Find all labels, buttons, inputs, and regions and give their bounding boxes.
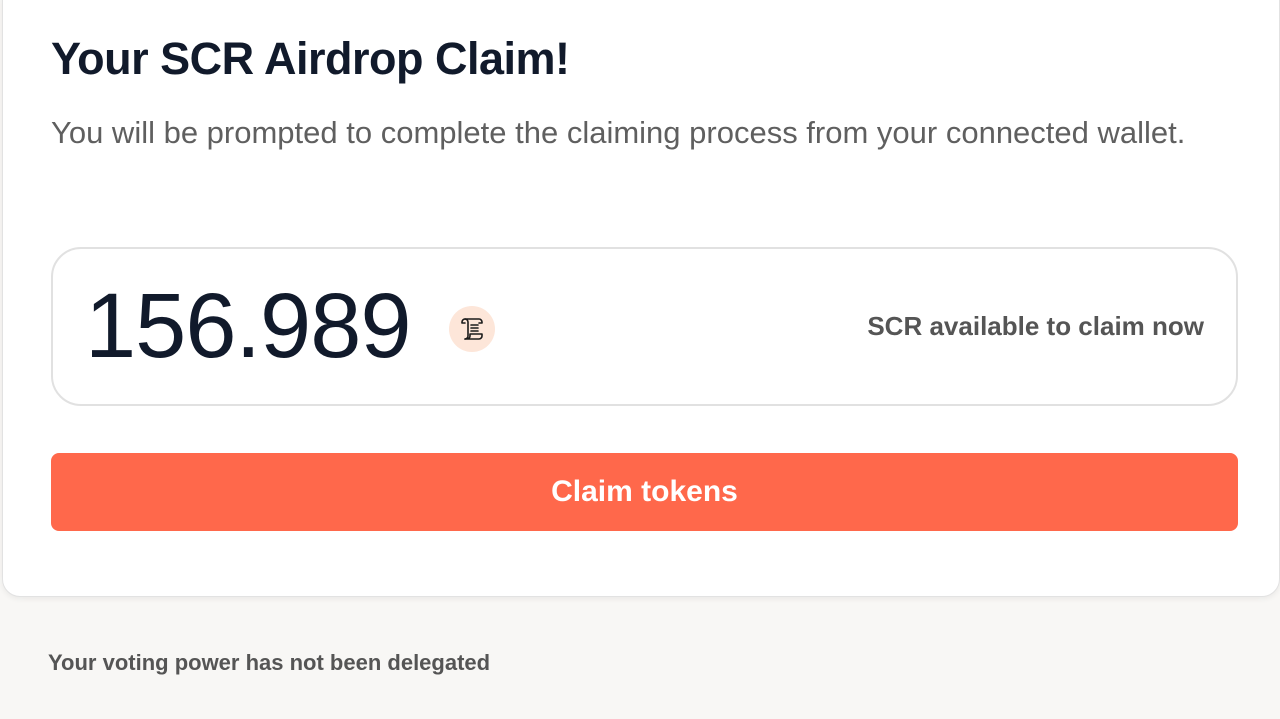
claim-amount: 156.989	[85, 275, 412, 377]
page-title: Your SCR Airdrop Claim!	[51, 33, 570, 84]
claim-tokens-button[interactable]: Claim tokens	[51, 453, 1238, 531]
amount-caption: SCR available to claim now	[867, 311, 1204, 341]
claim-instructions: You will be prompted to complete the cla…	[51, 115, 1186, 150]
page: Your SCR Airdrop Claim! You will be prom…	[0, 0, 1280, 719]
airdrop-claim-card: Your SCR Airdrop Claim! You will be prom…	[2, 0, 1280, 597]
claim-amount-panel: 156.989 SCR available to claim now	[51, 247, 1238, 406]
voting-power-status: Your voting power has not been delegated	[48, 650, 491, 675]
scroll-icon	[449, 306, 495, 352]
